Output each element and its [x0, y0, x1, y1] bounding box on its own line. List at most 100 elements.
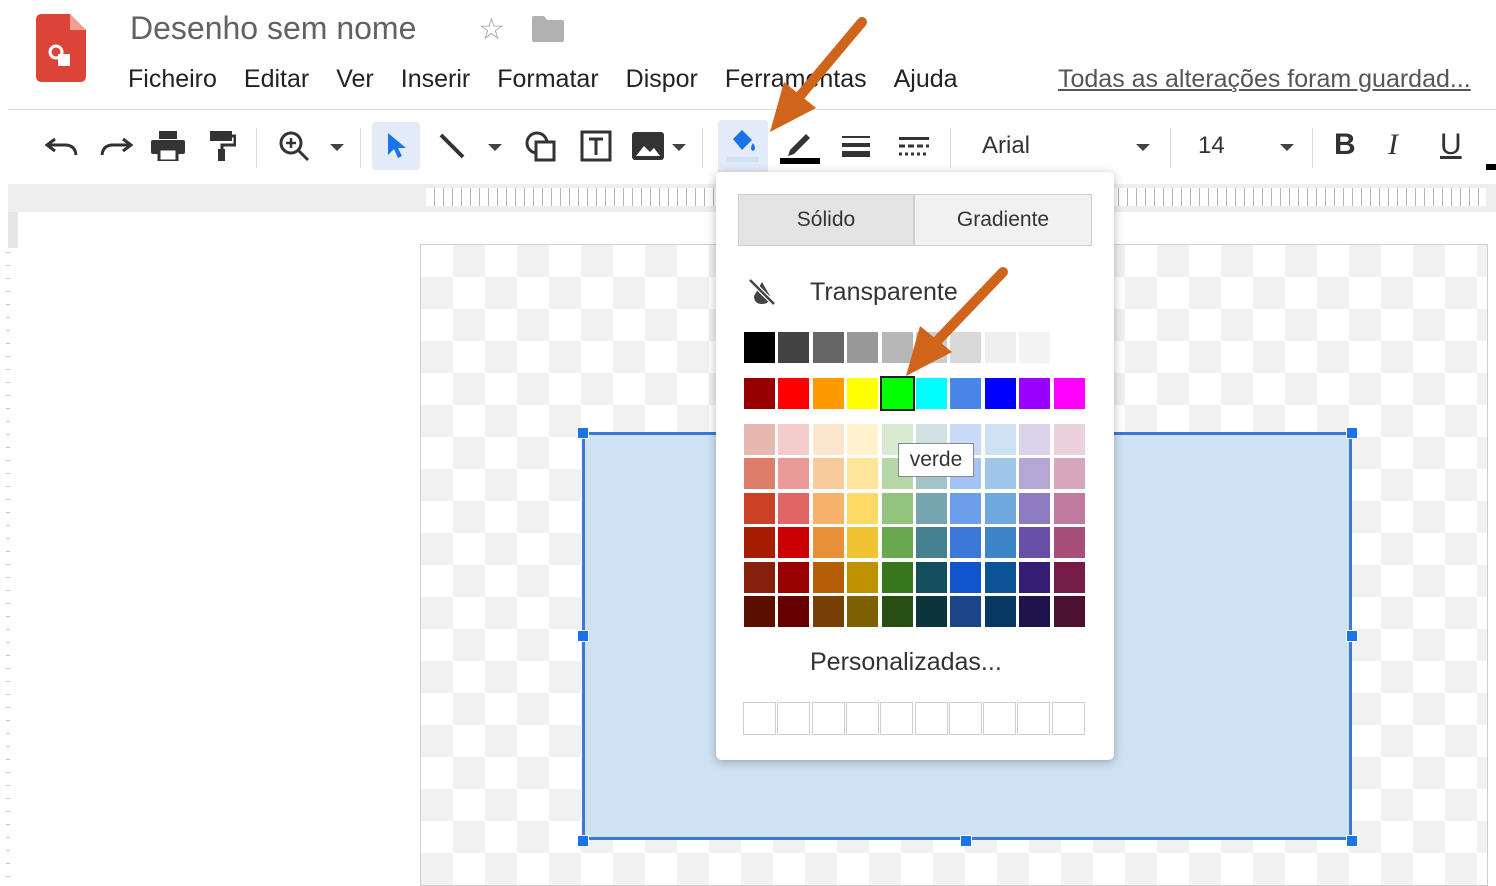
- color-swatch[interactable]: [1019, 458, 1050, 489]
- custom-color-slot[interactable]: [915, 702, 948, 735]
- fill-color-icon[interactable]: [718, 120, 768, 174]
- menu-inserir[interactable]: Inserir: [401, 62, 484, 96]
- custom-color-slot[interactable]: [777, 702, 810, 735]
- color-swatch[interactable]: [916, 527, 947, 558]
- color-swatch[interactable]: [1054, 424, 1085, 455]
- tab-solid[interactable]: Sólido: [738, 194, 914, 246]
- custom-color-slot[interactable]: [1052, 702, 1085, 735]
- transparent-icon[interactable]: [746, 276, 778, 308]
- undo-icon[interactable]: [38, 122, 86, 170]
- color-swatch[interactable]: [916, 562, 947, 593]
- color-swatch[interactable]: [950, 493, 981, 524]
- color-swatch[interactable]: [1019, 527, 1050, 558]
- save-status-link[interactable]: Todas as alterações foram guardad...: [1058, 62, 1496, 96]
- color-swatch[interactable]: [778, 493, 809, 524]
- line-icon[interactable]: [428, 122, 476, 170]
- color-swatch[interactable]: [813, 493, 844, 524]
- color-swatch[interactable]: [778, 424, 809, 455]
- custom-color-slot[interactable]: [880, 702, 913, 735]
- custom-colors-button[interactable]: Personalizadas...: [810, 648, 1002, 677]
- color-swatch[interactable]: [1054, 493, 1085, 524]
- color-swatch[interactable]: [950, 378, 981, 409]
- chevron-down-icon[interactable]: [672, 144, 686, 151]
- select-icon[interactable]: [372, 122, 420, 170]
- resize-handle[interactable]: [1346, 835, 1358, 847]
- color-swatch[interactable]: [813, 562, 844, 593]
- document-title[interactable]: Desenho sem nome: [130, 10, 416, 47]
- color-swatch[interactable]: [778, 332, 809, 363]
- color-swatch[interactable]: [847, 493, 878, 524]
- resize-handle[interactable]: [577, 835, 589, 847]
- color-swatch[interactable]: [847, 378, 878, 409]
- color-swatch[interactable]: [985, 332, 1016, 363]
- color-swatch[interactable]: [985, 458, 1016, 489]
- custom-color-slot[interactable]: [949, 702, 982, 735]
- color-swatch[interactable]: [778, 596, 809, 627]
- color-swatch[interactable]: [950, 332, 981, 363]
- color-swatch[interactable]: [847, 458, 878, 489]
- color-swatch[interactable]: [778, 458, 809, 489]
- color-swatch[interactable]: [847, 562, 878, 593]
- color-swatch[interactable]: [1054, 458, 1085, 489]
- color-swatch[interactable]: [847, 332, 878, 363]
- menu-formatar[interactable]: Formatar: [497, 62, 612, 96]
- color-swatch[interactable]: [916, 378, 947, 409]
- color-swatch[interactable]: [813, 378, 844, 409]
- italic-button[interactable]: I: [1388, 128, 1398, 162]
- color-swatch[interactable]: [813, 424, 844, 455]
- color-swatch[interactable]: [1019, 424, 1050, 455]
- color-swatch[interactable]: [985, 493, 1016, 524]
- resize-handle[interactable]: [1346, 427, 1358, 439]
- resize-handle[interactable]: [577, 630, 589, 642]
- menu-ajuda[interactable]: Ajuda: [894, 62, 972, 96]
- color-swatch[interactable]: [1054, 596, 1085, 627]
- menu-ver[interactable]: Ver: [336, 62, 388, 96]
- font-size-select[interactable]: 14: [1198, 132, 1225, 160]
- color-swatch[interactable]: [916, 332, 947, 363]
- color-swatch[interactable]: [882, 493, 913, 524]
- paint-format-icon[interactable]: [198, 122, 246, 170]
- color-swatch[interactable]: [1054, 332, 1085, 363]
- menu-ferramentas[interactable]: Ferramentas: [725, 62, 881, 96]
- color-swatch[interactable]: [882, 332, 913, 363]
- color-swatch[interactable]: [1019, 332, 1050, 363]
- resize-handle[interactable]: [1346, 630, 1358, 642]
- underline-button[interactable]: U: [1440, 128, 1462, 162]
- chevron-down-icon[interactable]: [330, 144, 344, 151]
- bold-button[interactable]: B: [1334, 128, 1356, 162]
- color-swatch[interactable]: [882, 562, 913, 593]
- redo-icon[interactable]: [92, 122, 140, 170]
- color-swatch[interactable]: [1054, 562, 1085, 593]
- color-swatch[interactable]: [1054, 378, 1085, 409]
- color-swatch[interactable]: [744, 527, 775, 558]
- color-swatch[interactable]: [916, 596, 947, 627]
- border-color-icon[interactable]: [776, 122, 824, 170]
- chevron-down-icon[interactable]: [1280, 144, 1294, 151]
- color-swatch[interactable]: [950, 596, 981, 627]
- menu-ficheiro[interactable]: Ficheiro: [128, 62, 231, 96]
- star-icon[interactable]: ☆: [478, 12, 505, 47]
- color-swatch[interactable]: [1019, 562, 1050, 593]
- vertical-ruler[interactable]: [0, 240, 12, 878]
- color-swatch[interactable]: [847, 527, 878, 558]
- text-box-icon[interactable]: [572, 122, 620, 170]
- resize-handle[interactable]: [960, 835, 972, 847]
- color-swatch[interactable]: [950, 562, 981, 593]
- image-icon[interactable]: [624, 122, 672, 170]
- tab-gradient[interactable]: Gradiente: [914, 194, 1092, 246]
- zoom-icon[interactable]: [270, 122, 318, 170]
- color-swatch[interactable]: [985, 378, 1016, 409]
- color-swatch-selected[interactable]: [880, 376, 915, 411]
- color-swatch[interactable]: [882, 527, 913, 558]
- color-swatch[interactable]: [744, 332, 775, 363]
- resize-handle[interactable]: [577, 427, 589, 439]
- color-swatch[interactable]: [1019, 493, 1050, 524]
- color-swatch[interactable]: [813, 332, 844, 363]
- color-swatch[interactable]: [778, 378, 809, 409]
- chevron-down-icon[interactable]: [1136, 144, 1150, 151]
- custom-color-slot[interactable]: [743, 702, 776, 735]
- print-icon[interactable]: [144, 122, 192, 170]
- color-swatch[interactable]: [778, 527, 809, 558]
- shape-icon[interactable]: [516, 122, 564, 170]
- text-color-bar[interactable]: [1486, 164, 1496, 170]
